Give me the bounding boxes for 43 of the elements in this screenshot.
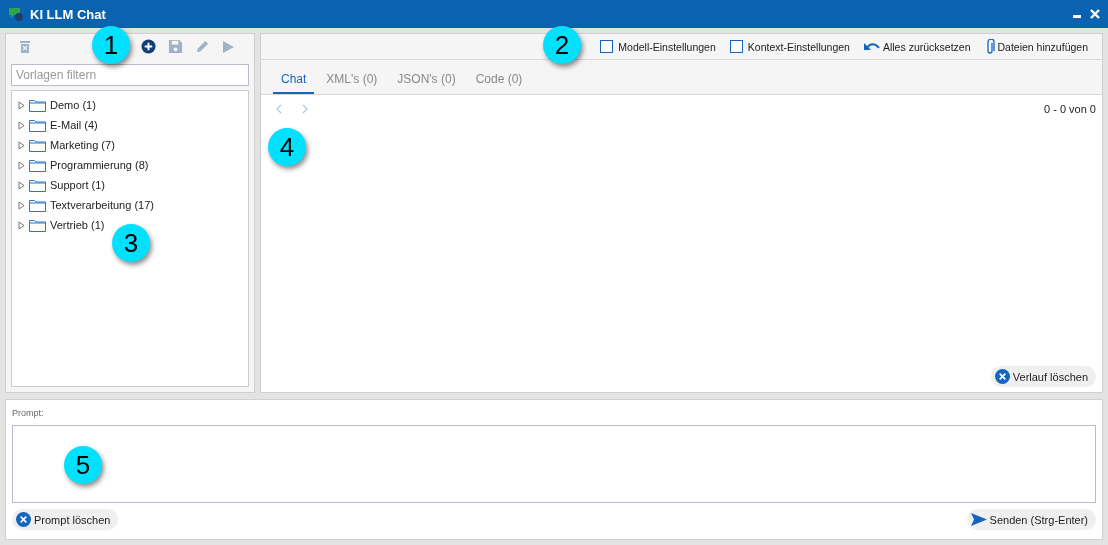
checkbox[interactable] [729, 40, 743, 53]
undo-icon[interactable] [863, 40, 880, 53]
folder-icon [29, 178, 46, 192]
close-icon[interactable] [1090, 9, 1100, 19]
expand-icon[interactable] [18, 120, 25, 130]
folder-icon [29, 158, 46, 172]
clear-prompt-button[interactable]: Prompt löschen [12, 509, 119, 530]
expand-icon[interactable] [18, 200, 25, 210]
clear-history-button[interactable]: Verlauf löschen [990, 366, 1096, 387]
chat-bubble-icon [8, 6, 24, 22]
window-title: KI LLM Chat [30, 6, 107, 22]
prompt-label: Prompt: [12, 408, 45, 418]
page-range: 0 - 0 von 0 [1044, 103, 1096, 115]
send-icon[interactable] [970, 513, 987, 526]
expand-icon[interactable] [18, 100, 25, 110]
plus-icon[interactable] [141, 39, 156, 54]
tree-item[interactable]: Programmierung (8) [50, 159, 149, 171]
checkbox-label[interactable]: Kontext-Einstellungen [747, 40, 850, 53]
checkbox[interactable] [600, 40, 614, 53]
tree-item[interactable]: Marketing (7) [50, 139, 115, 151]
expand-icon[interactable] [18, 180, 25, 190]
tree-item[interactable]: Demo (1) [50, 99, 96, 111]
send-button[interactable]: Senden (Strg-Enter) [966, 509, 1096, 530]
prompt-field[interactable] [12, 425, 1096, 503]
folder-icon [29, 98, 46, 112]
tree-item[interactable]: Vertrieb (1) [50, 219, 105, 231]
checkbox-label[interactable]: Modell-Einstellungen [618, 40, 716, 53]
clear-icon[interactable] [16, 512, 31, 527]
paperclip-icon[interactable] [984, 38, 995, 55]
tree-item[interactable]: E-Mail (4) [50, 119, 98, 131]
folder-icon [29, 138, 46, 152]
expand-icon[interactable] [18, 220, 25, 230]
clear-icon[interactable] [994, 369, 1010, 384]
expand-icon[interactable] [18, 160, 25, 170]
tree-item[interactable]: Support (1) [50, 179, 106, 191]
tree-item[interactable]: Textverarbeitung (17) [50, 199, 154, 211]
folder-icon [29, 218, 46, 232]
folder-icon [29, 198, 46, 212]
filter-field[interactable]: Vorlagen filtern [11, 64, 249, 86]
folder-icon [29, 118, 46, 132]
reset-button[interactable]: Alles zurücksetzen [863, 40, 971, 53]
expand-icon[interactable] [18, 140, 25, 150]
attach-button[interactable]: Dateien hinzufügen [984, 38, 1088, 55]
